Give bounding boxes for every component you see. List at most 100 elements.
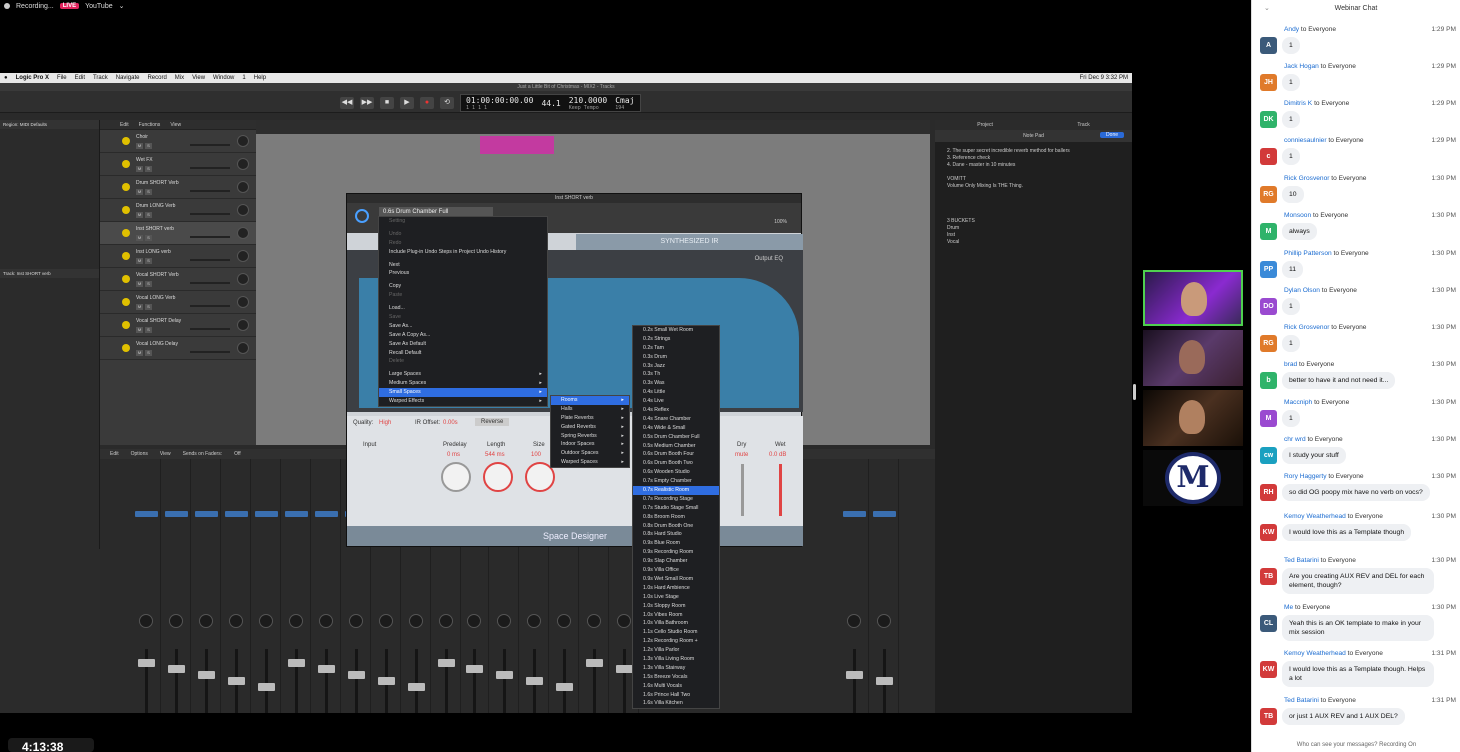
- avatar[interactable]: DK: [1260, 111, 1277, 128]
- menu-item[interactable]: Gated Reverbs ▸: [551, 423, 629, 432]
- fader-cap[interactable]: [258, 683, 275, 691]
- track-power-icon[interactable]: [122, 298, 130, 306]
- menu-item[interactable]: 1.3s Villa Stairway: [633, 664, 719, 673]
- dry-slider[interactable]: [741, 464, 744, 516]
- audio-fx-slot[interactable]: [873, 511, 896, 517]
- track-header[interactable]: Drum SHORT Verb M S: [100, 176, 256, 199]
- mute-button[interactable]: M: [136, 143, 143, 149]
- mute-button[interactable]: M: [136, 258, 143, 264]
- avatar[interactable]: cw: [1260, 447, 1277, 464]
- pan-knob[interactable]: [319, 614, 333, 628]
- pan-knob[interactable]: [139, 614, 153, 628]
- track-volume-slider[interactable]: [190, 144, 230, 146]
- track-volume-slider[interactable]: [190, 351, 230, 353]
- menu-item[interactable]: Warped Spaces ▸: [551, 458, 629, 467]
- mixer-menu-3[interactable]: Sends on Faders:: [183, 451, 222, 457]
- track-pan-knob[interactable]: [237, 273, 249, 285]
- solo-button[interactable]: S: [145, 235, 152, 241]
- sender-name[interactable]: brad: [1284, 361, 1297, 368]
- forward-button[interactable]: ▶▶: [360, 97, 374, 109]
- track-power-icon[interactable]: [122, 229, 130, 237]
- play-button[interactable]: ▶: [400, 97, 414, 109]
- menu-item[interactable]: 0.6s Drum Booth Four: [633, 450, 719, 459]
- avatar[interactable]: KW: [1260, 524, 1277, 541]
- sender-name[interactable]: Me: [1284, 604, 1293, 611]
- menu-item[interactable]: 1.1s Cello Studio Room: [633, 628, 719, 637]
- tab-project[interactable]: Project: [977, 122, 993, 128]
- volume-fader[interactable]: [563, 649, 566, 713]
- track-power-icon[interactable]: [122, 344, 130, 352]
- track-pan-knob[interactable]: [237, 181, 249, 193]
- fader-cap[interactable]: [526, 677, 543, 685]
- participant-video-4[interactable]: M: [1143, 450, 1243, 506]
- sender-name[interactable]: chr wrd: [1284, 436, 1306, 443]
- pan-knob[interactable]: [259, 614, 273, 628]
- track-power-icon[interactable]: [122, 275, 130, 283]
- menu-item[interactable]: 0.9s Wet Small Room: [633, 575, 719, 584]
- solo-button[interactable]: S: [145, 281, 152, 287]
- track-header[interactable]: Wet FX M S: [100, 153, 256, 176]
- pan-knob[interactable]: [409, 614, 423, 628]
- track-pan-knob[interactable]: [237, 296, 249, 308]
- pan-knob[interactable]: [617, 614, 631, 628]
- menu-item[interactable]: Load...: [379, 304, 547, 313]
- sender-name[interactable]: Phillip Patterson: [1284, 250, 1332, 257]
- track-header[interactable]: Vocal LONG Delay M S: [100, 337, 256, 360]
- pan-knob[interactable]: [877, 614, 891, 628]
- pan-knob[interactable]: [587, 614, 601, 628]
- menu-item[interactable]: Outdoor Spaces ▸: [551, 449, 629, 458]
- menu-item[interactable]: 0.2s Tam: [633, 344, 719, 353]
- mixer-menu-4[interactable]: Off: [234, 451, 241, 457]
- pan-knob[interactable]: [439, 614, 453, 628]
- predelay-knob[interactable]: [441, 462, 471, 492]
- track-volume-slider[interactable]: [190, 167, 230, 169]
- avatar[interactable]: RG: [1260, 186, 1277, 203]
- track-power-icon[interactable]: [122, 321, 130, 329]
- menu-item[interactable]: Save As...: [379, 322, 547, 331]
- avatar[interactable]: PP: [1260, 261, 1277, 278]
- menu-item[interactable]: 0.9s Recording Room: [633, 548, 719, 557]
- menu-item[interactable]: Small Spaces ▸: [379, 388, 547, 398]
- pan-knob[interactable]: [229, 614, 243, 628]
- audio-fx-slot[interactable]: [285, 511, 308, 517]
- sender-name[interactable]: Ted Batarini: [1284, 557, 1319, 564]
- menu-item[interactable]: Halls ▸: [551, 405, 629, 414]
- mute-button[interactable]: M: [136, 304, 143, 310]
- menu-item[interactable]: 1.0s Vibes Room: [633, 611, 719, 620]
- menu-item[interactable]: 0.3s Jazz: [633, 362, 719, 371]
- menu-item[interactable]: 0.9s Blue Room: [633, 539, 719, 548]
- sender-name[interactable]: Kemoy Weatherhead: [1284, 650, 1346, 657]
- sender-name[interactable]: Maccniph: [1284, 399, 1312, 406]
- menu-item[interactable]: 1.6s Multi Vocals: [633, 682, 719, 691]
- avatar[interactable]: TB: [1260, 568, 1277, 585]
- fader-cap[interactable]: [586, 659, 603, 667]
- track-power-icon[interactable]: [122, 160, 130, 168]
- pan-knob[interactable]: [527, 614, 541, 628]
- volume-fader[interactable]: [853, 649, 856, 713]
- chevron-down-icon[interactable]: ⌄: [119, 2, 125, 10]
- track-header[interactable]: Inst SHORT verb M S: [100, 222, 256, 245]
- menu-item[interactable]: Medium Spaces ▸: [379, 379, 547, 388]
- menu-4[interactable]: Record: [147, 75, 166, 81]
- menu-item[interactable]: 1.0s Villa Bathroom: [633, 619, 719, 628]
- fader-cap[interactable]: [846, 671, 863, 679]
- avatar[interactable]: c: [1260, 148, 1277, 165]
- menu-item[interactable]: 0.8s Broom Room: [633, 513, 719, 522]
- avatar[interactable]: CL: [1260, 615, 1277, 632]
- reverse-button[interactable]: Reverse: [475, 418, 510, 426]
- menu-6[interactable]: View: [192, 75, 205, 81]
- menu-item[interactable]: Recall Default: [379, 349, 547, 358]
- track-volume-slider[interactable]: [190, 190, 230, 192]
- volume-fader[interactable]: [503, 649, 506, 713]
- sender-name[interactable]: Dimitris K: [1284, 100, 1312, 107]
- record-button[interactable]: ●: [420, 97, 434, 109]
- volume-fader[interactable]: [325, 649, 328, 713]
- menu-item[interactable]: 1.3s Villa Living Room: [633, 655, 719, 664]
- sender-name[interactable]: Jack Hogan: [1284, 63, 1319, 70]
- fader-cap[interactable]: [876, 677, 893, 685]
- power-icon[interactable]: [355, 209, 369, 223]
- audio-fx-slot[interactable]: [843, 511, 866, 517]
- mute-button[interactable]: M: [136, 166, 143, 172]
- menu-item[interactable]: 0.9s Villa Office: [633, 566, 719, 575]
- participant-video-2[interactable]: [1143, 330, 1243, 386]
